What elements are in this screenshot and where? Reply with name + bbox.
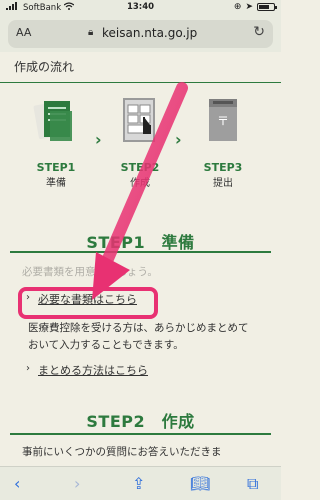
tabs-icon[interactable]: ⧉ xyxy=(247,474,258,494)
step3-sub: 提出 xyxy=(213,178,233,189)
body-text-line1: 医療費控除を受ける方は、あらかじめまとめて xyxy=(28,322,249,334)
browser-toolbar: ‹ › ⇪ 📖︎ ⧉ xyxy=(0,466,281,500)
reload-icon[interactable]: ↻ xyxy=(253,24,265,40)
title-divider xyxy=(0,82,281,83)
orientation-lock-icon: ⊕ xyxy=(233,2,242,12)
section2-title: STEP2 作成 xyxy=(86,412,195,431)
form-touch-icon xyxy=(110,97,170,153)
step2[interactable]: STEP2 作成 xyxy=(110,97,170,189)
bookmarks-icon[interactable]: 📖︎ xyxy=(190,474,210,493)
highlight-box xyxy=(18,287,158,319)
step1-label: STEP1 xyxy=(36,161,76,174)
step3-label: STEP3 xyxy=(203,161,243,174)
submit-box-icon: 〒 xyxy=(193,97,253,153)
body-text-line2: おいて入力することもできます。 xyxy=(28,339,184,351)
status-bar: SoftBank 13:40 ⊕ ➤ xyxy=(0,0,281,16)
page-title: 作成の流れ xyxy=(14,60,75,74)
browser-address-bar: AA 🔒︎ keisan.nta.go.jp ↻ xyxy=(0,16,281,52)
documents-icon xyxy=(26,97,86,153)
step-chevron-icon: › xyxy=(95,130,102,149)
step2-sub: 作成 xyxy=(130,178,150,189)
step3[interactable]: 〒 STEP3 提出 xyxy=(193,97,253,189)
step-chevron-icon: › xyxy=(175,130,182,149)
lock-icon: 🔒︎ xyxy=(88,27,94,38)
step1-sub: 準備 xyxy=(46,178,66,189)
page-content: 作成の流れ STEP1 準備 › STEP2 作成 › 〒 STEP3 提出 S… xyxy=(0,52,281,466)
section2-divider xyxy=(10,433,271,435)
url-field[interactable]: AA 🔒︎ keisan.nta.go.jp ↻ xyxy=(8,20,273,48)
forward-icon[interactable]: › xyxy=(74,474,80,493)
section1-title: STEP1 準備 xyxy=(86,233,195,252)
reader-settings-button[interactable]: AA xyxy=(16,26,31,39)
battery-icon xyxy=(257,3,277,11)
step1[interactable]: STEP1 準備 xyxy=(26,97,86,189)
url-text[interactable]: keisan.nta.go.jp xyxy=(102,26,197,40)
bottom-text: 事前にいくつかの質問にお答えいただきま xyxy=(22,446,222,458)
back-icon[interactable]: ‹ xyxy=(14,474,20,493)
section1-divider xyxy=(10,251,271,253)
link-chevron-icon: › xyxy=(26,363,30,374)
svg-text:〒: 〒 xyxy=(217,114,229,128)
share-icon[interactable]: ⇪ xyxy=(132,474,145,493)
location-icon: ➤ xyxy=(245,2,253,12)
step2-label: STEP2 xyxy=(120,161,160,174)
section1-hidden-text: 必要書類を用意しましょう。 xyxy=(22,266,158,278)
summarize-method-link[interactable]: まとめる方法はこちら xyxy=(38,362,148,378)
